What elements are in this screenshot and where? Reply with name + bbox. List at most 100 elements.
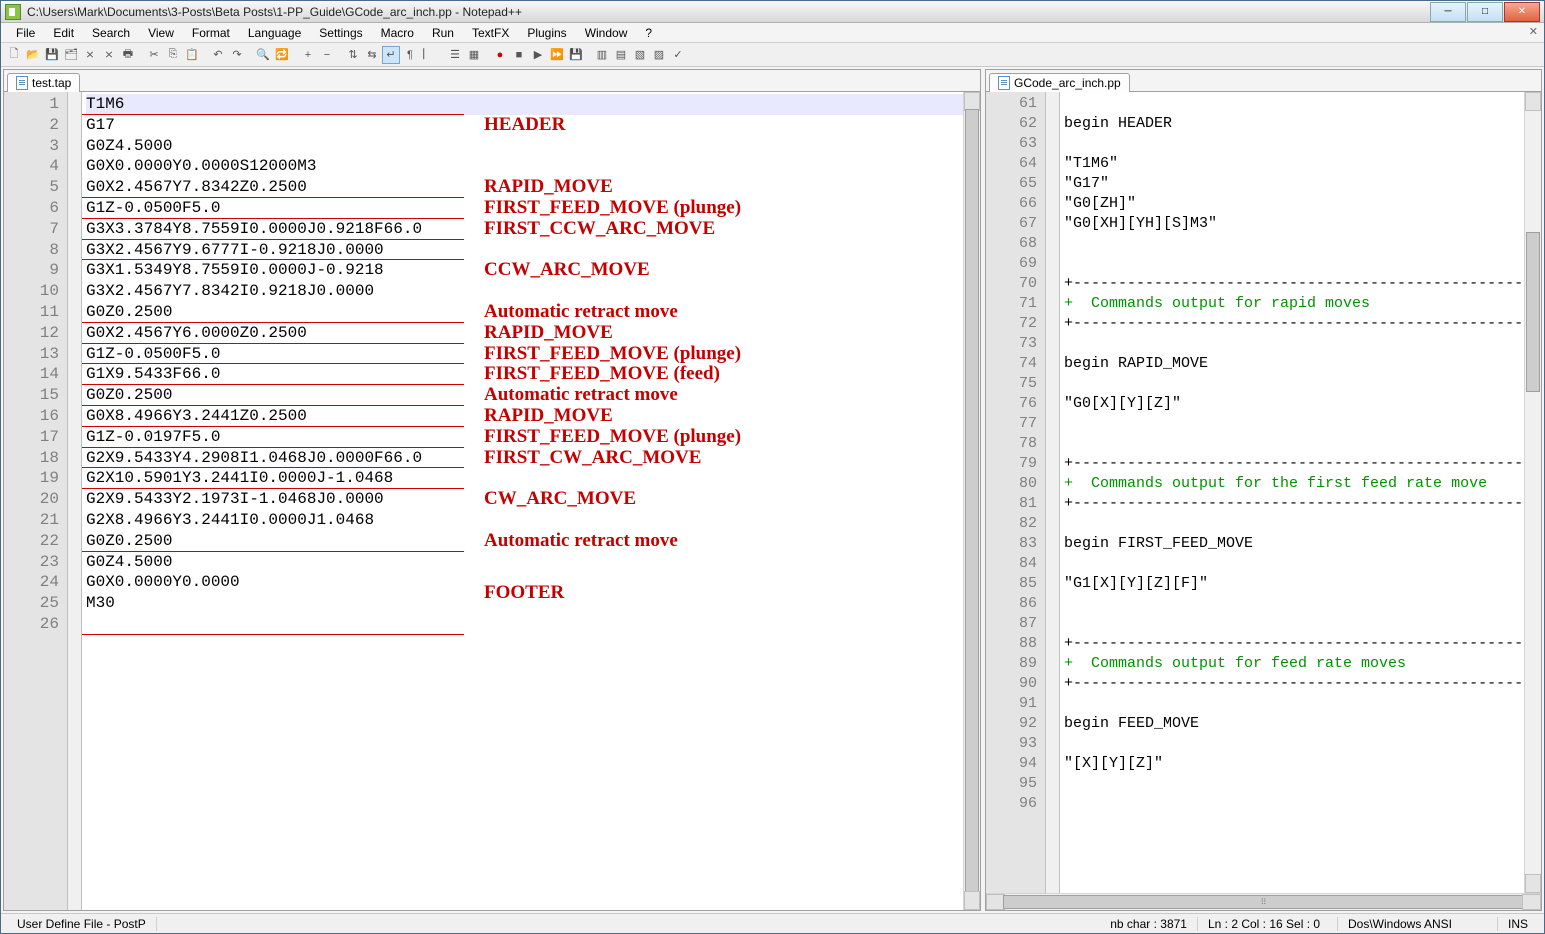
- close-file-icon[interactable]: ⨯: [81, 46, 99, 64]
- menu-search[interactable]: Search: [83, 24, 139, 42]
- code-line[interactable]: +---------------------------------------…: [1064, 674, 1524, 694]
- code-line[interactable]: G0Z4.5000: [86, 552, 963, 573]
- code-line[interactable]: + Commands output for feed rate moves: [1064, 654, 1524, 674]
- indent-guide-icon[interactable]: ⎸: [420, 46, 438, 64]
- show-all-icon[interactable]: ¶: [401, 46, 419, 64]
- code-line[interactable]: G0X0.0000Y0.0000S12000M3: [86, 156, 963, 177]
- tab-test-tap[interactable]: test.tap: [7, 73, 80, 92]
- code-line[interactable]: +---------------------------------------…: [1064, 494, 1524, 514]
- copy-icon[interactable]: ⎘: [164, 46, 182, 64]
- wrap-icon[interactable]: ↵: [382, 46, 400, 64]
- code-line[interactable]: [1064, 254, 1524, 274]
- menu-file[interactable]: File: [7, 24, 44, 42]
- cut-icon[interactable]: ✂: [145, 46, 163, 64]
- redo-icon[interactable]: ↷: [228, 46, 246, 64]
- code-line[interactable]: [1064, 94, 1524, 114]
- menu-macro[interactable]: Macro: [372, 24, 423, 42]
- plugin1-icon[interactable]: ▥: [593, 46, 611, 64]
- print-icon[interactable]: 🖶: [119, 46, 137, 64]
- undo-icon[interactable]: ↶: [209, 46, 227, 64]
- code-line[interactable]: G0Z4.5000: [86, 136, 963, 157]
- code-line[interactable]: G3X2.4567Y7.8342I0.9218J0.0000: [86, 281, 963, 302]
- menu-settings[interactable]: Settings: [310, 24, 371, 42]
- code-line[interactable]: begin FIRST_FEED_MOVE: [1064, 534, 1524, 554]
- menu-plugins[interactable]: Plugins: [518, 24, 575, 42]
- code-line[interactable]: "T1M6": [1064, 154, 1524, 174]
- code-line[interactable]: +---------------------------------------…: [1064, 634, 1524, 654]
- close-all-icon[interactable]: ⨯: [100, 46, 118, 64]
- code-line[interactable]: [86, 614, 963, 635]
- menu-[interactable]: ?: [636, 24, 661, 42]
- code-line[interactable]: "G0[ZH]": [1064, 194, 1524, 214]
- menu-edit[interactable]: Edit: [44, 24, 83, 42]
- stop-icon[interactable]: ■: [510, 46, 528, 64]
- code-line[interactable]: begin HEADER: [1064, 114, 1524, 134]
- right-editor[interactable]: 6162636465666768697071727374757677787980…: [986, 92, 1541, 893]
- save-macro-icon[interactable]: 💾: [567, 46, 585, 64]
- close-button[interactable]: ✕: [1504, 2, 1540, 22]
- code-line[interactable]: [1064, 134, 1524, 154]
- code-line[interactable]: + Commands output for rapid moves: [1064, 294, 1524, 314]
- menu-run[interactable]: Run: [423, 24, 463, 42]
- open-file-icon[interactable]: 📂: [24, 46, 42, 64]
- code-line[interactable]: begin FEED_MOVE: [1064, 714, 1524, 734]
- find-icon[interactable]: 🔍: [254, 46, 272, 64]
- menu-language[interactable]: Language: [239, 24, 310, 42]
- code-line[interactable]: "G0[XH][YH][S]M3": [1064, 214, 1524, 234]
- code-line[interactable]: +---------------------------------------…: [1064, 454, 1524, 474]
- code-line[interactable]: G3X2.4567Y9.6777I-0.9218J0.0000: [86, 240, 963, 261]
- maximize-button[interactable]: □: [1467, 2, 1503, 22]
- record-icon[interactable]: ●: [491, 46, 509, 64]
- zoom-out-icon[interactable]: −: [318, 46, 336, 64]
- fold-icon[interactable]: ▦: [465, 46, 483, 64]
- right-scrollbar-v[interactable]: [1524, 92, 1541, 893]
- lang-icon[interactable]: ☰: [446, 46, 464, 64]
- right-scrollbar-h[interactable]: ⠿: [986, 893, 1541, 910]
- code-line[interactable]: [1064, 734, 1524, 754]
- left-scrollbar-v[interactable]: [963, 92, 980, 910]
- code-line[interactable]: [1064, 374, 1524, 394]
- code-line[interactable]: [1064, 234, 1524, 254]
- plugin4-icon[interactable]: ▨: [650, 46, 668, 64]
- right-code[interactable]: begin HEADER "T1M6""G17""G0[ZH]""G0[XH][Y…: [1060, 92, 1524, 893]
- sync-h-icon[interactable]: ⇆: [363, 46, 381, 64]
- save-icon[interactable]: 💾: [43, 46, 61, 64]
- code-line[interactable]: +---------------------------------------…: [1064, 314, 1524, 334]
- code-line[interactable]: "G1[X][Y][Z][F]": [1064, 574, 1524, 594]
- minimize-button[interactable]: ─: [1430, 2, 1466, 22]
- tab-gcode-pp[interactable]: GCode_arc_inch.pp: [989, 73, 1130, 92]
- code-line[interactable]: [1064, 774, 1524, 794]
- code-line[interactable]: +---------------------------------------…: [1064, 274, 1524, 294]
- plugin3-icon[interactable]: ▧: [631, 46, 649, 64]
- code-line[interactable]: [1064, 794, 1524, 814]
- code-line[interactable]: "G17": [1064, 174, 1524, 194]
- code-line[interactable]: + Commands output for the first feed rat…: [1064, 474, 1524, 494]
- paste-icon[interactable]: 📋: [183, 46, 201, 64]
- new-file-icon[interactable]: 🗋: [5, 46, 23, 64]
- code-line[interactable]: [1064, 514, 1524, 534]
- code-line[interactable]: [1064, 694, 1524, 714]
- code-line[interactable]: [1064, 334, 1524, 354]
- menu-window[interactable]: Window: [576, 24, 637, 42]
- save-all-icon[interactable]: 🗂: [62, 46, 80, 64]
- code-line[interactable]: G2X10.5901Y3.2441I0.0000J-1.0468: [86, 468, 963, 489]
- code-line[interactable]: G2X8.4966Y3.2441I0.0000J1.0468: [86, 510, 963, 531]
- code-line[interactable]: "[X][Y][Z]": [1064, 754, 1524, 774]
- menu-view[interactable]: View: [139, 24, 183, 42]
- play-multi-icon[interactable]: ⏩: [548, 46, 566, 64]
- doc-close-icon[interactable]: ✕: [1529, 25, 1538, 38]
- replace-icon[interactable]: 🔁: [273, 46, 291, 64]
- spellcheck-icon[interactable]: ✓: [669, 46, 687, 64]
- code-line[interactable]: [1064, 614, 1524, 634]
- code-line[interactable]: "G0[X][Y][Z]": [1064, 394, 1524, 414]
- play-icon[interactable]: ▶: [529, 46, 547, 64]
- code-line[interactable]: [1064, 434, 1524, 454]
- code-line[interactable]: T1M6: [86, 94, 963, 115]
- zoom-in-icon[interactable]: +: [299, 46, 317, 64]
- code-line[interactable]: [1064, 594, 1524, 614]
- menu-format[interactable]: Format: [183, 24, 239, 42]
- left-code[interactable]: HEADERRAPID_MOVEFIRST_FEED_MOVE (plunge)…: [82, 92, 963, 910]
- menu-textfx[interactable]: TextFX: [463, 24, 518, 42]
- code-line[interactable]: [1064, 414, 1524, 434]
- sync-v-icon[interactable]: ⇅: [344, 46, 362, 64]
